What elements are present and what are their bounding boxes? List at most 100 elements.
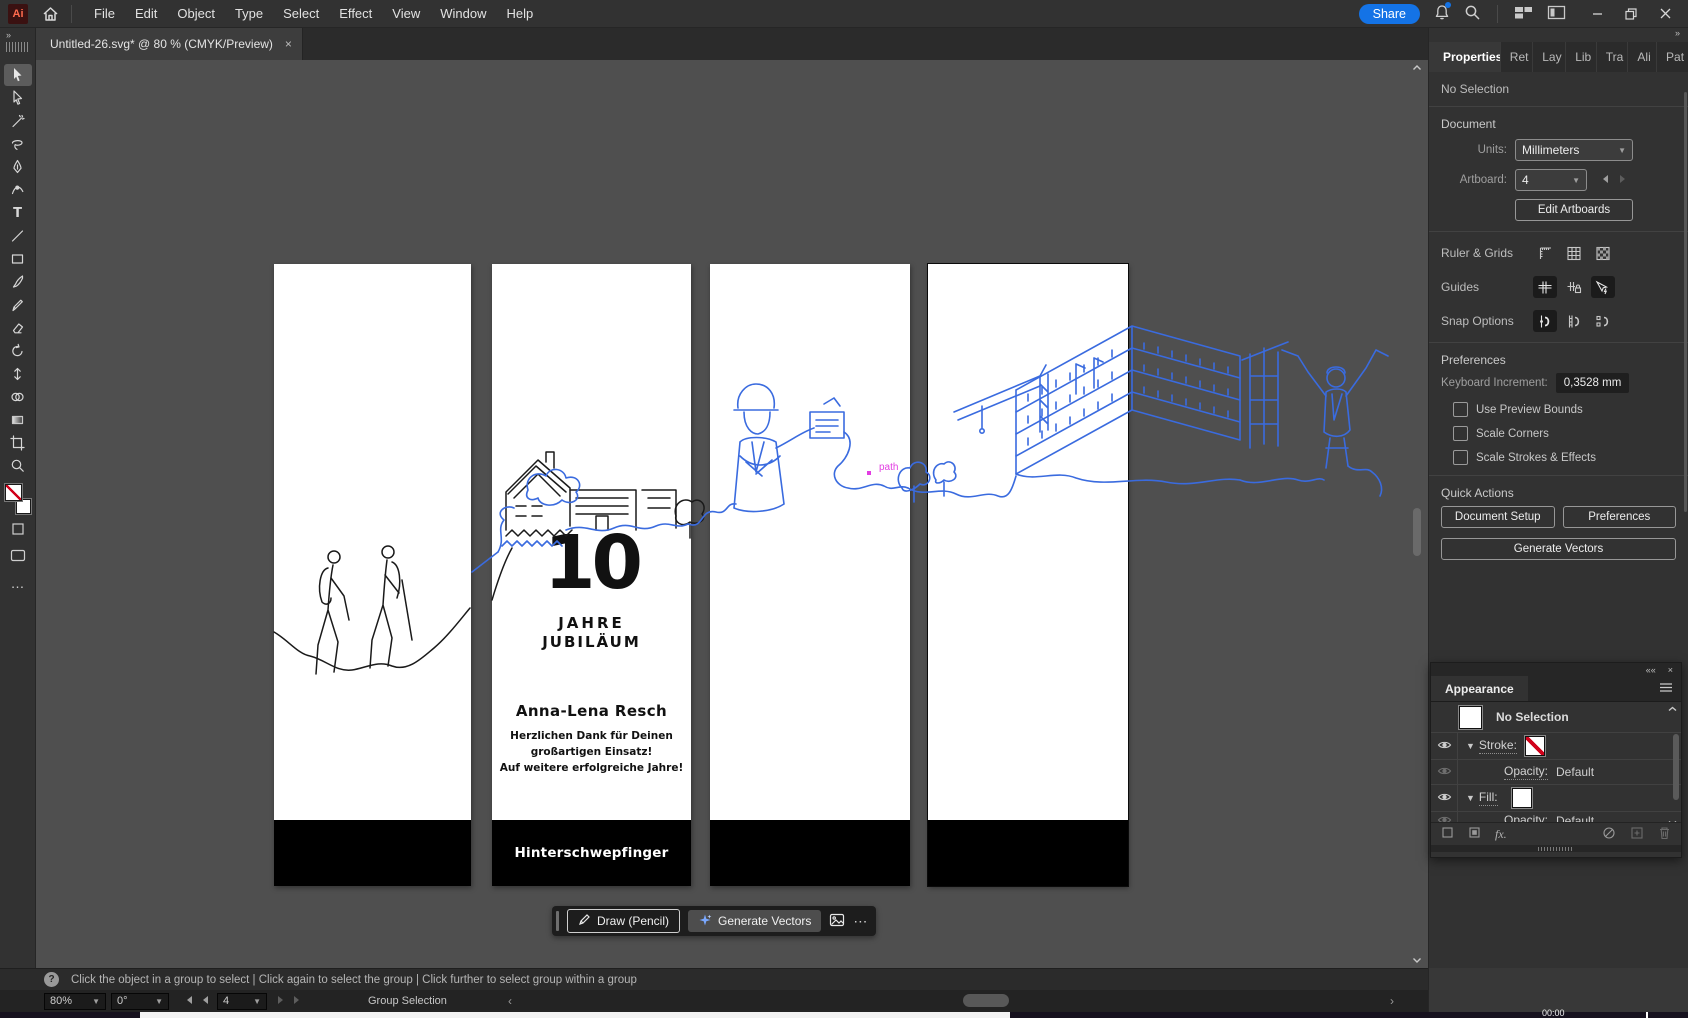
scale-strokes-effects-checkbox[interactable] xyxy=(1453,450,1468,465)
screen-mode-icon[interactable] xyxy=(10,549,26,565)
tool-scale[interactable] xyxy=(4,363,32,385)
stroke-color-swatch[interactable] xyxy=(1524,736,1545,756)
tab-pat[interactable]: Pat xyxy=(1656,42,1688,72)
canvas[interactable]: 10 JAHRE JUBILÄUM Anna-Lena Resch Herzli… xyxy=(36,60,1428,968)
snap-to-pixel-icon[interactable] xyxy=(1591,310,1615,332)
keyboard-increment-field[interactable]: 0,3528 mm xyxy=(1555,373,1630,393)
tool-shape-builder[interactable] xyxy=(4,386,32,408)
tab-lib[interactable]: Lib xyxy=(1565,42,1596,72)
tool-curvature[interactable] xyxy=(4,179,32,201)
fill-color-swatch[interactable] xyxy=(1511,788,1532,808)
artboard-dropdown[interactable]: 4 ▼ xyxy=(1515,169,1587,191)
scale-corners-checkbox[interactable] xyxy=(1453,426,1468,441)
add-new-stroke-icon[interactable] xyxy=(1441,826,1454,842)
tool-paintbrush[interactable] xyxy=(4,271,32,293)
snap-to-point-icon[interactable] xyxy=(1533,310,1557,332)
scrollbar-thumb[interactable] xyxy=(1413,508,1421,556)
appearance-tab[interactable]: Appearance xyxy=(1431,676,1528,701)
menu-view[interactable]: View xyxy=(382,0,430,27)
menu-file[interactable]: File xyxy=(84,0,125,27)
app-logo-icon[interactable]: Ai xyxy=(8,3,28,24)
fill-opacity-label[interactable]: Opacity: xyxy=(1504,813,1548,822)
menu-type[interactable]: Type xyxy=(225,0,273,27)
artboard-4-surface[interactable] xyxy=(928,264,1128,820)
zoom-level-dropdown[interactable]: 80% ▼ xyxy=(44,992,106,1010)
artboard-1-surface[interactable] xyxy=(274,264,471,820)
workspace-switcher-icon[interactable] xyxy=(1547,5,1566,23)
fill-swatch[interactable] xyxy=(4,484,22,501)
share-button[interactable]: Share xyxy=(1358,3,1420,24)
artboard-3[interactable] xyxy=(710,264,910,886)
tab-tra[interactable]: Tra xyxy=(1595,42,1628,72)
next-artboard-status-icon[interactable] xyxy=(277,995,285,1008)
current-artboard-dropdown[interactable]: 4 ▼ xyxy=(217,992,267,1010)
clear-appearance-icon[interactable] xyxy=(1602,826,1616,843)
tool-zoom[interactable] xyxy=(4,455,32,477)
tool-selection[interactable] xyxy=(3,64,32,86)
collapse-panel-icon[interactable]: «« xyxy=(1646,665,1656,675)
tool-lasso[interactable] xyxy=(4,133,32,155)
artboard-1[interactable] xyxy=(274,264,471,886)
tab-ali[interactable]: Ali xyxy=(1627,42,1656,72)
draw-pencil-button[interactable]: Draw (Pencil) xyxy=(567,909,681,933)
tool-rotate[interactable] xyxy=(4,340,32,362)
artboard-3-surface[interactable] xyxy=(710,264,910,820)
preview-image-icon[interactable] xyxy=(829,913,845,930)
arrange-documents-icon[interactable] xyxy=(1514,5,1533,23)
add-effect-icon[interactable]: fx. xyxy=(1495,827,1507,842)
stroke-opacity-label[interactable]: Opacity: xyxy=(1504,764,1549,780)
appearance-scrollbar-thumb[interactable] xyxy=(1673,734,1679,800)
show-guides-icon[interactable] xyxy=(1533,276,1557,298)
next-artboard-icon[interactable] xyxy=(1619,173,1627,187)
tool-line-segment[interactable] xyxy=(4,225,32,247)
menu-edit[interactable]: Edit xyxy=(125,0,167,27)
more-tools-icon[interactable]: … xyxy=(11,575,25,591)
scroll-up-icon[interactable] xyxy=(1412,64,1422,71)
help-icon[interactable]: ? xyxy=(44,972,59,987)
menu-window[interactable]: Window xyxy=(430,0,496,27)
generate-vectors-button[interactable]: Generate Vectors xyxy=(688,910,822,932)
panel-resize-grip[interactable] xyxy=(1538,846,1574,851)
scroll-down-icon[interactable] xyxy=(1412,957,1422,964)
menu-object[interactable]: Object xyxy=(167,0,225,27)
first-artboard-icon[interactable] xyxy=(183,995,193,1008)
previous-artboard-status-icon[interactable] xyxy=(201,995,209,1008)
tool-gradient[interactable] xyxy=(4,409,32,431)
hscroll-thumb[interactable] xyxy=(963,994,1009,1007)
panel-menu-icon[interactable] xyxy=(1659,682,1673,696)
tab-lay[interactable]: Lay xyxy=(1532,42,1565,72)
fill-stroke-swatches[interactable] xyxy=(4,484,31,514)
add-new-fill-icon[interactable] xyxy=(1468,826,1481,842)
notifications-bell-icon[interactable] xyxy=(1434,1,1451,24)
last-artboard-icon[interactable] xyxy=(293,995,303,1008)
fill-expand-icon[interactable]: ▼ xyxy=(1466,793,1475,803)
delete-item-icon[interactable] xyxy=(1658,826,1671,843)
artboard-2[interactable]: 10 JAHRE JUBILÄUM Anna-Lena Resch Herzli… xyxy=(492,264,691,886)
fill-visibility-eye-icon[interactable] xyxy=(1437,791,1452,805)
hscroll-right-icon[interactable]: › xyxy=(1390,994,1394,1008)
fill-opacity-eye-icon[interactable] xyxy=(1437,814,1452,822)
collapsed-dock[interactable]: » xyxy=(0,28,36,60)
tool-magic-wand[interactable] xyxy=(4,110,32,132)
stroke-label[interactable]: Stroke: xyxy=(1478,738,1517,754)
tool-pen[interactable] xyxy=(4,156,32,178)
document-setup-button[interactable]: Document Setup xyxy=(1441,506,1555,528)
stroke-opacity-eye-icon[interactable] xyxy=(1437,765,1452,779)
smart-guides-icon[interactable] xyxy=(1591,276,1615,298)
restore-button[interactable] xyxy=(1614,1,1648,27)
transparency-grid-icon[interactable] xyxy=(1591,242,1615,264)
tool-type[interactable]: T xyxy=(4,202,32,224)
show-grid-icon[interactable] xyxy=(1562,242,1586,264)
close-panel-icon[interactable]: × xyxy=(1668,665,1673,675)
rows-scroll-down-icon[interactable] xyxy=(1668,820,1677,822)
artboard-4[interactable] xyxy=(927,263,1129,887)
rows-scroll-up-icon[interactable] xyxy=(1668,706,1677,712)
stroke-swatch[interactable] xyxy=(15,499,31,514)
tool-rectangle[interactable] xyxy=(4,248,32,270)
preferences-button[interactable]: Preferences xyxy=(1562,506,1676,528)
panel-scrollbar[interactable] xyxy=(1684,92,1687,512)
home-icon[interactable] xyxy=(42,6,59,22)
edit-artboards-button[interactable]: Edit Artboards xyxy=(1515,199,1633,221)
rotation-dropdown[interactable]: 0° ▼ xyxy=(111,992,169,1010)
tool-artboard[interactable] xyxy=(4,432,32,454)
